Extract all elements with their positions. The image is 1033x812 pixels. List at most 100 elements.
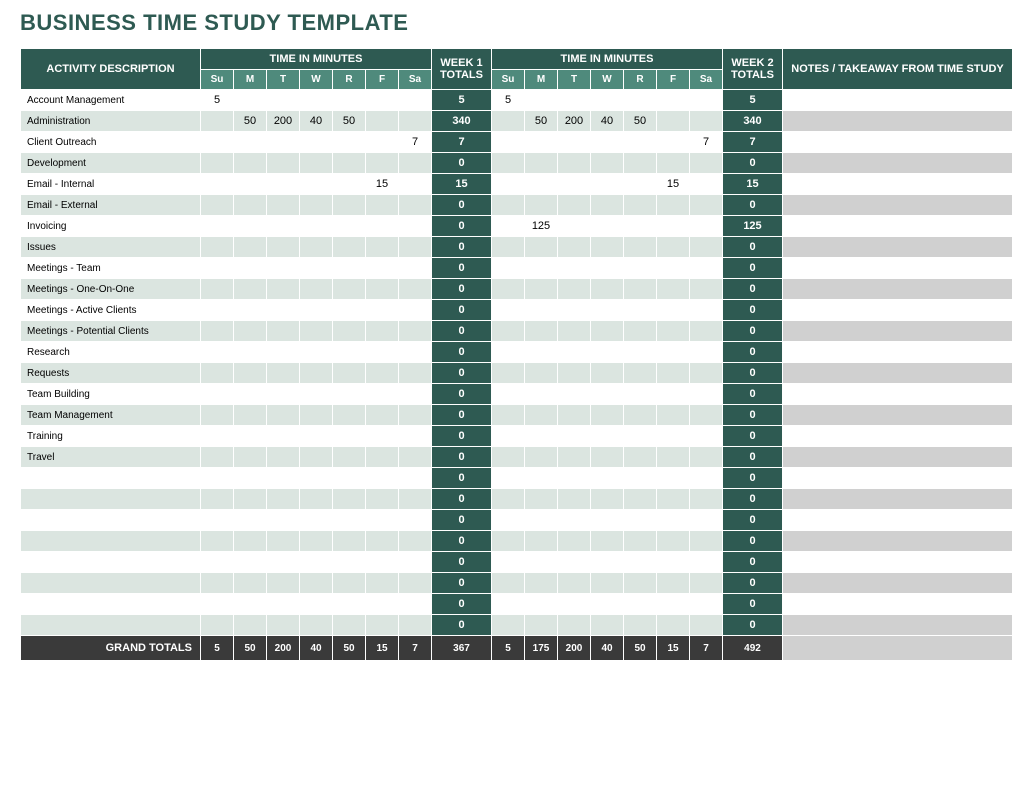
week1-day-cell[interactable] <box>300 531 333 552</box>
week1-day-cell[interactable] <box>300 615 333 636</box>
week2-day-cell[interactable] <box>690 363 723 384</box>
week2-day-cell[interactable] <box>591 594 624 615</box>
week2-day-cell[interactable] <box>624 258 657 279</box>
week2-day-cell[interactable] <box>525 363 558 384</box>
week1-day-cell[interactable] <box>234 300 267 321</box>
week2-day-cell[interactable] <box>591 300 624 321</box>
notes-cell[interactable] <box>783 321 1013 342</box>
week1-day-cell[interactable] <box>267 195 300 216</box>
week2-day-cell[interactable] <box>690 468 723 489</box>
week1-day-cell[interactable] <box>300 510 333 531</box>
week1-day-cell[interactable] <box>267 258 300 279</box>
week2-day-cell[interactable] <box>624 342 657 363</box>
week1-day-cell[interactable] <box>234 279 267 300</box>
week2-day-cell[interactable] <box>690 300 723 321</box>
week2-day-cell[interactable] <box>657 342 690 363</box>
week2-day-cell[interactable] <box>558 258 591 279</box>
activity-cell[interactable]: Training <box>21 426 201 447</box>
week1-day-cell[interactable] <box>399 216 432 237</box>
week1-day-cell[interactable] <box>267 531 300 552</box>
week1-day-cell[interactable] <box>399 300 432 321</box>
week2-day-cell[interactable] <box>690 279 723 300</box>
activity-cell[interactable]: Meetings - One-On-One <box>21 279 201 300</box>
notes-cell[interactable] <box>783 447 1013 468</box>
week1-day-cell[interactable] <box>267 216 300 237</box>
week2-day-cell[interactable] <box>624 132 657 153</box>
week2-day-cell[interactable] <box>558 384 591 405</box>
week1-day-cell[interactable] <box>201 531 234 552</box>
week2-day-cell[interactable] <box>690 111 723 132</box>
week1-day-cell[interactable] <box>333 174 366 195</box>
week2-day-cell[interactable] <box>624 279 657 300</box>
week1-day-cell[interactable]: 40 <box>300 111 333 132</box>
week2-day-cell[interactable] <box>492 132 525 153</box>
week2-day-cell[interactable] <box>558 300 591 321</box>
notes-cell[interactable] <box>783 237 1013 258</box>
week1-day-cell[interactable]: 50 <box>234 111 267 132</box>
week1-day-cell[interactable] <box>366 363 399 384</box>
week1-day-cell[interactable] <box>333 132 366 153</box>
week1-day-cell[interactable] <box>399 468 432 489</box>
week2-day-cell[interactable] <box>624 489 657 510</box>
week1-day-cell[interactable] <box>267 90 300 111</box>
week1-day-cell[interactable] <box>333 531 366 552</box>
week2-day-cell[interactable] <box>690 594 723 615</box>
week2-day-cell[interactable] <box>690 321 723 342</box>
notes-cell[interactable] <box>783 174 1013 195</box>
notes-cell[interactable] <box>783 552 1013 573</box>
week2-day-cell[interactable] <box>624 300 657 321</box>
week2-day-cell[interactable] <box>492 426 525 447</box>
week2-day-cell[interactable] <box>657 447 690 468</box>
activity-cell[interactable]: Issues <box>21 237 201 258</box>
week1-day-cell[interactable] <box>366 384 399 405</box>
week1-day-cell[interactable] <box>300 405 333 426</box>
week2-day-cell[interactable] <box>558 321 591 342</box>
activity-cell[interactable]: Invoicing <box>21 216 201 237</box>
week2-day-cell[interactable] <box>657 237 690 258</box>
week2-day-cell[interactable] <box>492 153 525 174</box>
activity-cell[interactable]: Requests <box>21 363 201 384</box>
week1-day-cell[interactable] <box>234 426 267 447</box>
week1-day-cell[interactable] <box>399 447 432 468</box>
week1-day-cell[interactable] <box>234 342 267 363</box>
week1-day-cell[interactable] <box>399 510 432 531</box>
notes-cell[interactable] <box>783 468 1013 489</box>
notes-cell[interactable] <box>783 510 1013 531</box>
week1-day-cell[interactable] <box>300 468 333 489</box>
activity-cell[interactable]: Meetings - Potential Clients <box>21 321 201 342</box>
week2-day-cell[interactable] <box>492 342 525 363</box>
week2-day-cell[interactable] <box>492 321 525 342</box>
week1-day-cell[interactable] <box>300 132 333 153</box>
week2-day-cell[interactable] <box>591 90 624 111</box>
week1-day-cell[interactable] <box>201 552 234 573</box>
week2-day-cell[interactable]: 200 <box>558 111 591 132</box>
week1-day-cell[interactable] <box>366 615 399 636</box>
notes-cell[interactable] <box>783 258 1013 279</box>
week2-day-cell[interactable] <box>690 447 723 468</box>
week2-day-cell[interactable] <box>690 510 723 531</box>
week1-day-cell[interactable] <box>267 300 300 321</box>
week1-day-cell[interactable] <box>333 237 366 258</box>
week2-day-cell[interactable] <box>525 90 558 111</box>
week1-day-cell[interactable] <box>201 573 234 594</box>
week2-day-cell[interactable]: 50 <box>624 111 657 132</box>
week2-day-cell[interactable] <box>657 258 690 279</box>
activity-cell[interactable] <box>21 489 201 510</box>
week2-day-cell[interactable] <box>657 132 690 153</box>
week2-day-cell[interactable] <box>525 384 558 405</box>
week1-day-cell[interactable] <box>201 363 234 384</box>
week2-day-cell[interactable] <box>657 195 690 216</box>
week2-day-cell[interactable] <box>591 195 624 216</box>
week1-day-cell[interactable] <box>234 447 267 468</box>
notes-cell[interactable] <box>783 153 1013 174</box>
week1-day-cell[interactable] <box>399 531 432 552</box>
week1-day-cell[interactable] <box>300 195 333 216</box>
week1-day-cell[interactable] <box>267 615 300 636</box>
notes-cell[interactable] <box>783 90 1013 111</box>
week1-day-cell[interactable] <box>234 132 267 153</box>
week2-day-cell[interactable] <box>624 594 657 615</box>
week2-day-cell[interactable] <box>690 174 723 195</box>
week1-day-cell[interactable] <box>234 384 267 405</box>
week1-day-cell[interactable] <box>234 531 267 552</box>
week2-day-cell[interactable] <box>525 510 558 531</box>
